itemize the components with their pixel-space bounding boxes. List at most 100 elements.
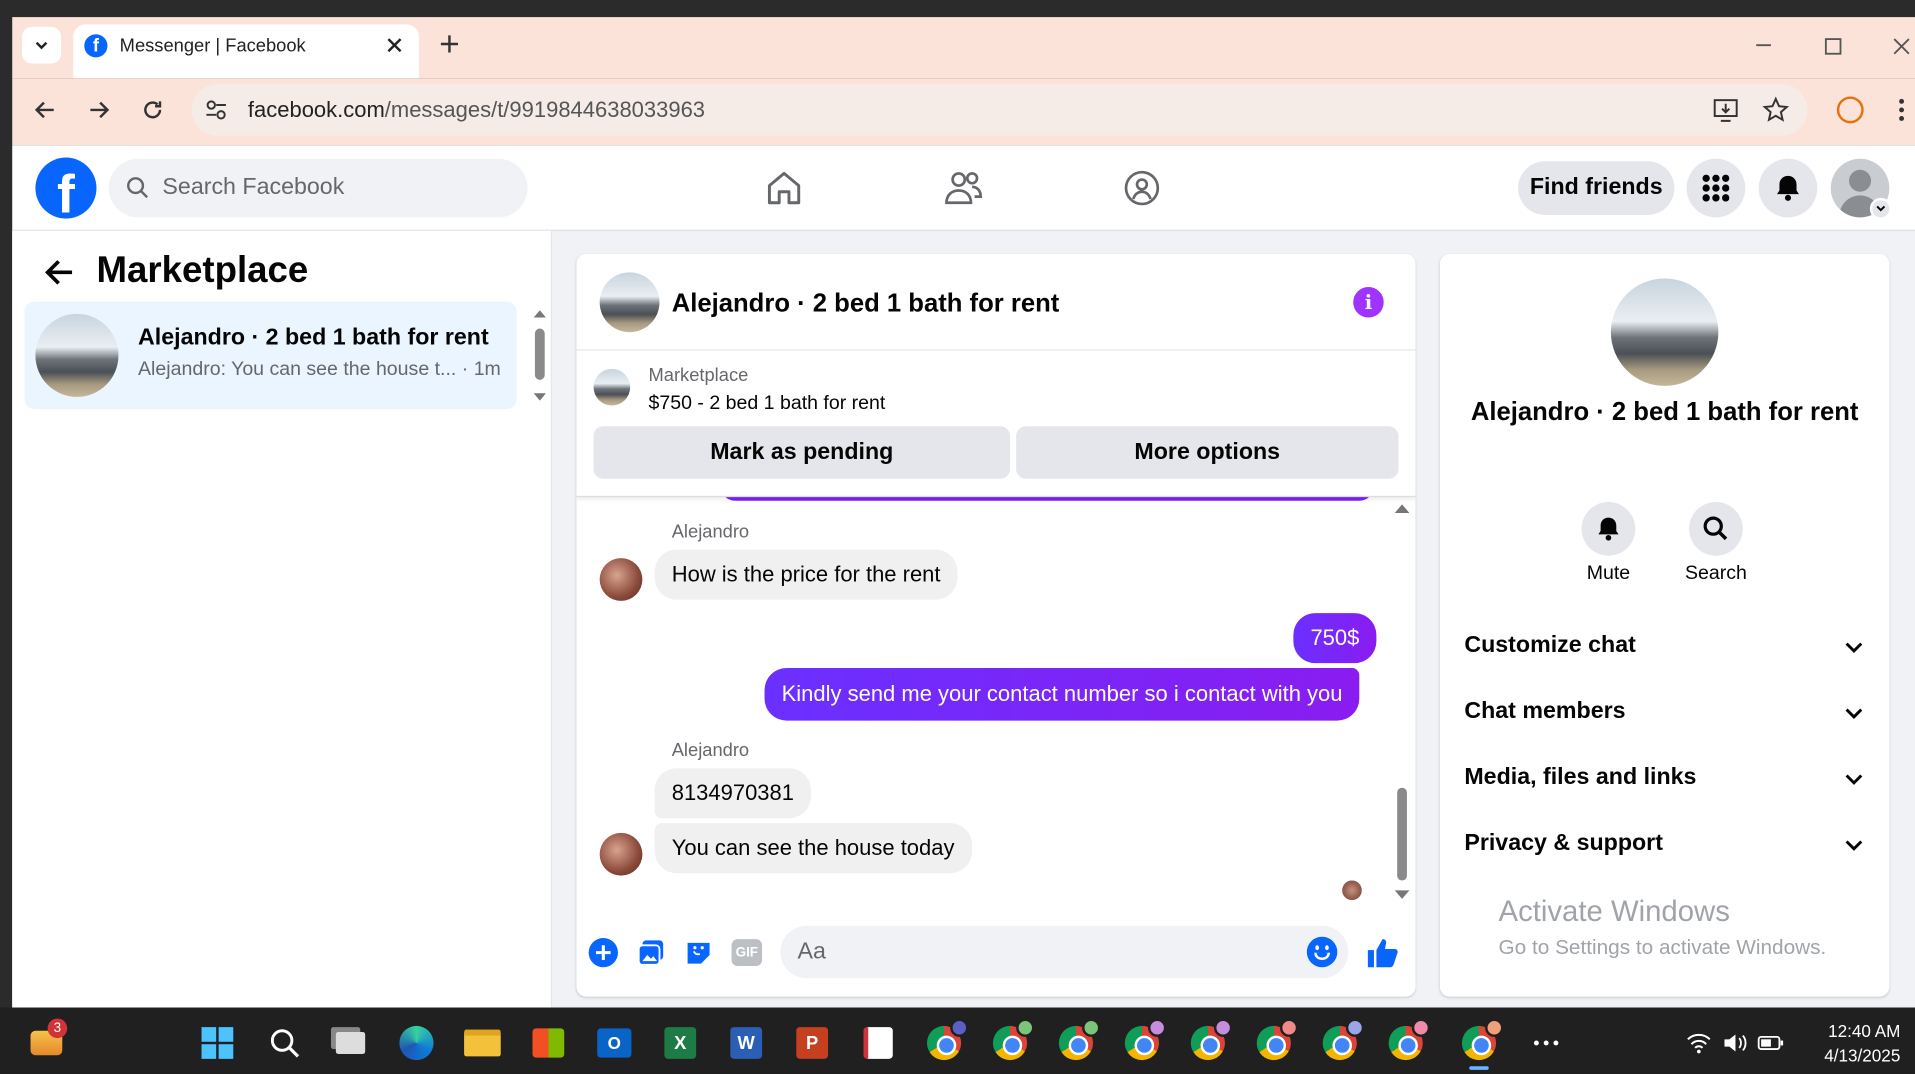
- sender-avatar[interactable]: [599, 558, 643, 601]
- chevron-down-icon[interactable]: [1842, 635, 1866, 659]
- snipping-tool-icon[interactable]: [859, 1023, 898, 1062]
- gif-icon[interactable]: GIF: [731, 939, 763, 967]
- close-tab-icon[interactable]: [386, 37, 403, 54]
- notifications-button[interactable]: [1758, 158, 1818, 218]
- excel-icon[interactable]: X: [661, 1023, 700, 1062]
- battery-icon[interactable]: [1757, 1033, 1784, 1053]
- volume-icon[interactable]: [1722, 1032, 1749, 1054]
- powerpoint-icon[interactable]: P: [793, 1023, 832, 1062]
- scroll-up-icon[interactable]: [533, 308, 546, 320]
- search-conversation-button[interactable]: [1689, 501, 1743, 556]
- sender-avatar[interactable]: [599, 832, 643, 876]
- conversation-item[interactable]: Alejandro · 2 bed 1 bath for rent Alejan…: [24, 301, 517, 410]
- section-media-files-links[interactable]: Media, files and links: [1464, 765, 1696, 792]
- tab-search-button[interactable]: [21, 26, 62, 64]
- sticker-icon[interactable]: [684, 938, 713, 967]
- snipping-glyph: [863, 1027, 893, 1059]
- find-friends-button[interactable]: Find friends: [1518, 161, 1675, 215]
- profile-icon[interactable]: [1836, 96, 1864, 124]
- chrome-profile-8-icon[interactable]: [1386, 1018, 1431, 1062]
- scroll-up-icon[interactable]: [1394, 502, 1410, 514]
- photo-icon[interactable]: [636, 938, 665, 967]
- minimize-icon[interactable]: [1755, 37, 1772, 54]
- back-icon[interactable]: [33, 98, 57, 122]
- groups-icon[interactable]: [1122, 169, 1161, 208]
- home-icon[interactable]: [765, 169, 804, 208]
- widgets-icon[interactable]: 3: [27, 1018, 68, 1062]
- profile-badge: [1016, 1018, 1035, 1037]
- task-view-glyph: [335, 1031, 366, 1054]
- chat-header-title[interactable]: Alejandro · 2 bed 1 bath for rent: [672, 289, 1060, 318]
- listing-title[interactable]: $750 - 2 bed 1 bath for rent: [649, 393, 886, 415]
- chrome-profile-6-icon[interactable]: [1254, 1018, 1299, 1062]
- message-input[interactable]: Aa: [780, 925, 1349, 979]
- task-view-icon[interactable]: [331, 1023, 370, 1062]
- file-explorer-icon[interactable]: [463, 1023, 502, 1062]
- forward-icon[interactable]: [87, 98, 111, 122]
- address-bar[interactable]: facebook.com/messages/t/9919844638033963: [191, 84, 1808, 136]
- start-icon[interactable]: [198, 1023, 237, 1062]
- back-arrow-icon[interactable]: [44, 256, 76, 288]
- word-icon[interactable]: W: [727, 1023, 766, 1062]
- window-top-strip: [0, 0, 1915, 18]
- chrome-profile-2-icon[interactable]: [990, 1018, 1035, 1062]
- edge-icon[interactable]: [397, 1023, 436, 1062]
- outgoing-message[interactable]: Kindly send me your contact number so i …: [764, 668, 1360, 721]
- section-chat-members[interactable]: Chat members: [1464, 699, 1625, 726]
- more-options-button[interactable]: More options: [1016, 426, 1399, 479]
- scrollbar-thumb[interactable]: [1397, 787, 1407, 881]
- facebook-search-input[interactable]: Search Facebook: [108, 158, 528, 218]
- chrome-profile-1-icon[interactable]: [925, 1018, 969, 1062]
- tab-messenger[interactable]: f Messenger | Facebook: [73, 24, 419, 79]
- thumbs-up-icon[interactable]: [1365, 936, 1399, 970]
- new-tab-icon[interactable]: [440, 34, 460, 54]
- account-chevron-icon[interactable]: [1869, 197, 1892, 220]
- menu-dots-icon[interactable]: [1895, 98, 1907, 122]
- scroll-down-icon[interactable]: [533, 391, 546, 403]
- clock-date[interactable]: 4/13/2025: [1803, 1045, 1900, 1065]
- chevron-down-icon[interactable]: [1842, 833, 1866, 857]
- incoming-message[interactable]: How is the price for the rent: [654, 549, 958, 600]
- add-attachment-icon[interactable]: [588, 937, 618, 968]
- scroll-down-icon[interactable]: [1394, 889, 1410, 901]
- chevron-down-icon[interactable]: [1842, 701, 1866, 725]
- scrollbar-thumb[interactable]: [534, 328, 545, 380]
- reload-icon[interactable]: [140, 98, 164, 122]
- chat-scrollbar[interactable]: [1394, 500, 1410, 903]
- info-icon[interactable]: i: [1353, 287, 1384, 318]
- chrome-profile-4-icon[interactable]: [1122, 1018, 1167, 1062]
- mark-as-pending-button[interactable]: Mark as pending: [593, 426, 1011, 479]
- mute-button[interactable]: [1581, 501, 1636, 556]
- panel-title: Marketplace: [96, 250, 309, 291]
- incoming-message[interactable]: You can see the house today: [654, 823, 972, 874]
- wifi-icon[interactable]: [1687, 1032, 1711, 1054]
- chrome-profile-5-icon[interactable]: [1188, 1018, 1233, 1062]
- overflow-dots-icon[interactable]: [1533, 1038, 1560, 1048]
- taskbar-search-icon[interactable]: [265, 1023, 304, 1062]
- emoji-icon[interactable]: [1306, 936, 1338, 968]
- site-info-icon[interactable]: [204, 98, 228, 122]
- window-close-icon[interactable]: [1893, 38, 1910, 55]
- section-privacy-support[interactable]: Privacy & support: [1464, 830, 1663, 857]
- chrome-active-icon[interactable]: [1459, 1018, 1504, 1062]
- menu-button[interactable]: [1686, 158, 1746, 218]
- outgoing-message[interactable]: 750$: [1293, 613, 1377, 664]
- incoming-message[interactable]: 8134970381: [654, 768, 812, 819]
- left-scrollbar[interactable]: [533, 308, 546, 406]
- chrome-profile-3-icon[interactable]: [1056, 1018, 1101, 1062]
- facebook-logo-icon[interactable]: f: [35, 157, 97, 219]
- chat-header-avatar[interactable]: [599, 272, 660, 333]
- chrome-profile-7-icon[interactable]: [1320, 1018, 1365, 1062]
- chevron-down-icon[interactable]: [1842, 767, 1866, 791]
- install-app-icon[interactable]: [1712, 96, 1739, 123]
- outlook-icon[interactable]: O: [595, 1023, 634, 1062]
- details-avatar[interactable]: [1610, 278, 1719, 386]
- clock-time[interactable]: 12:40 AM: [1803, 1021, 1900, 1041]
- friends-icon[interactable]: [943, 169, 985, 208]
- widgets-badge: 3: [47, 1018, 68, 1039]
- maximize-icon[interactable]: [1824, 38, 1842, 55]
- listing-thumbnail[interactable]: [593, 368, 631, 406]
- store-icon[interactable]: [529, 1023, 568, 1062]
- bookmark-star-icon[interactable]: [1762, 96, 1790, 123]
- section-customize-chat[interactable]: Customize chat: [1464, 633, 1635, 660]
